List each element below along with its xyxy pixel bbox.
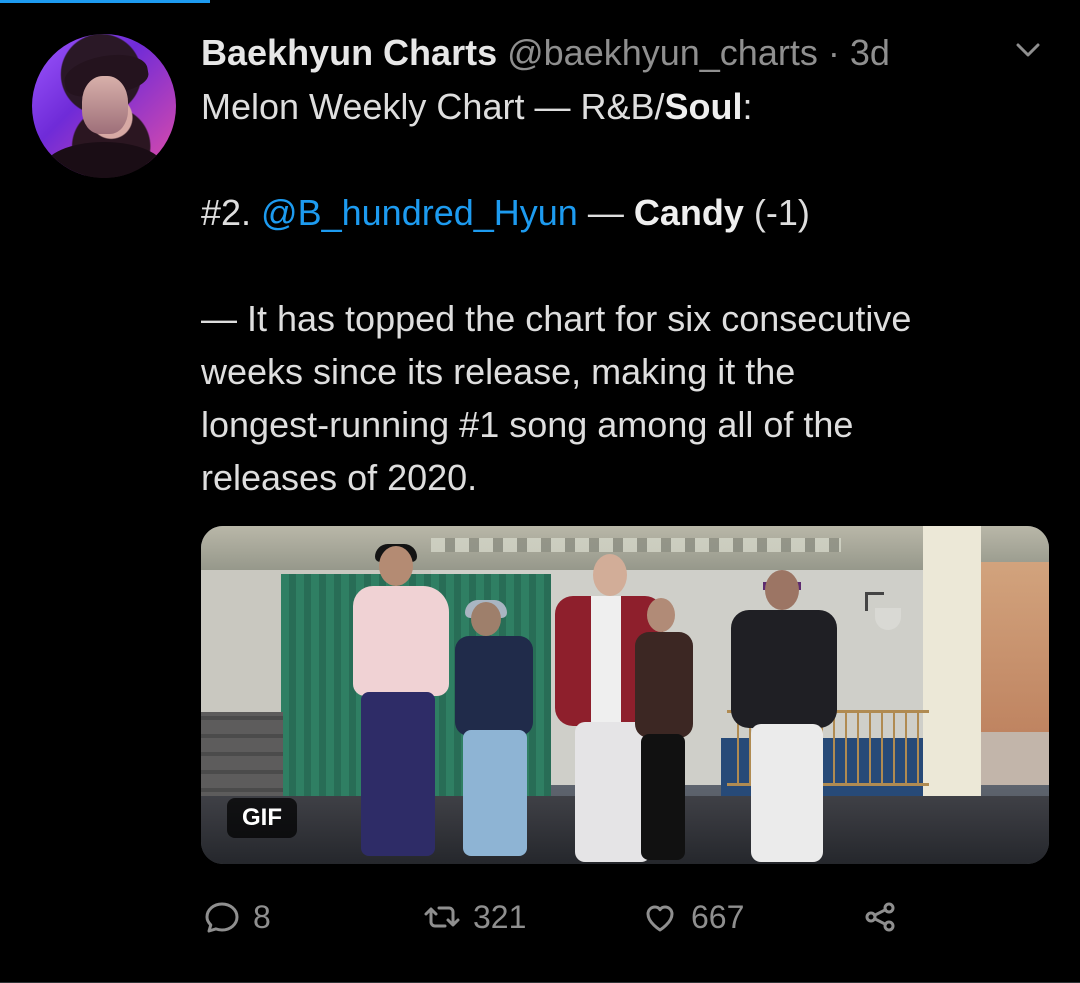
dancer-1-head [379,546,413,586]
like-button[interactable]: 667 [639,890,744,944]
dancer-4-head [647,598,675,632]
gif-media[interactable]: GIF [201,526,1049,864]
tweet-line-1: Melon Weekly Chart — R&B/Soul: [201,80,1051,133]
tweet-line-4: weeks since its release, making it the [201,351,796,392]
tweet-line-3: — It has topped the chart for six consec… [201,298,912,339]
reply-count: 8 [253,899,271,935]
dancer-4 [627,598,699,864]
retweet-button[interactable]: 321 [421,890,526,944]
dancer-4-legs [641,734,685,860]
dancer-2 [443,600,539,864]
tweet-line-1-bold: Soul [664,86,743,127]
tweet-line-2: #2. @B_hundred_Hyun — Candy (-1) [201,186,1051,239]
dancer-1-torso [353,586,449,696]
dancer-5-head [765,570,799,610]
tweet-time[interactable]: 3d [850,32,890,73]
tweet-line-5: longest-running #1 song among all of the [201,404,854,445]
tweet-actions: 8 321 667 [201,890,961,944]
pillar [923,526,981,826]
tweet-body: Melon Weekly Chart — R&B/Soul: #2. @B_hu… [201,80,1051,504]
retweet-icon [424,906,460,928]
tweet-line-1-suffix: : [742,86,753,127]
dancer-1-legs [361,692,435,856]
tweet-spacer-2 [201,239,1051,292]
dancer-5-legs [751,724,823,862]
avatar-face [82,76,128,134]
reply-button[interactable]: 8 [201,890,271,944]
reply-icon [205,902,239,933]
tweet-line-2-middle: — [577,192,634,233]
tweet-card: Baekhyun Charts @baekhyun_charts · 3d Me… [0,0,1080,983]
graffiti-panel [981,562,1049,732]
gif-badge: GIF [227,798,297,838]
chevron-down-icon[interactable] [1014,38,1042,62]
tweet-rank: #2. [201,192,262,233]
wood-crate [201,712,283,806]
header-separator: · [827,32,840,73]
dancer-2-head [471,602,501,636]
dancer-3-head [593,554,627,596]
share-icon [865,902,895,932]
song-title: Candy [633,192,744,233]
dancer-5-torso [731,610,837,728]
retweet-count: 321 [473,899,527,935]
dancer-3-shirt [591,596,621,726]
tweet-header: Baekhyun Charts @baekhyun_charts · 3d [201,28,1061,78]
tweet-spacer-1 [201,133,1051,186]
heart-icon [646,905,674,932]
rank-change: (-1) [743,192,810,233]
avatar[interactable] [32,34,176,178]
artist-mention[interactable]: @B_hundred_Hyun [261,192,578,233]
author-handle[interactable]: @baekhyun_charts [507,32,818,73]
dancer-5 [723,570,843,864]
avatar-shoulders [44,142,164,178]
like-count: 667 [691,899,745,935]
author-name[interactable]: Baekhyun Charts [201,32,497,73]
dancer-2-torso [455,636,533,736]
dancer-4-torso [635,632,693,738]
share-button[interactable] [859,890,901,944]
tweet-line-1-prefix: Melon Weekly Chart — R&B/ [201,86,665,127]
tweet-line-6: releases of 2020. [201,457,478,498]
dancer-2-legs [463,730,527,856]
